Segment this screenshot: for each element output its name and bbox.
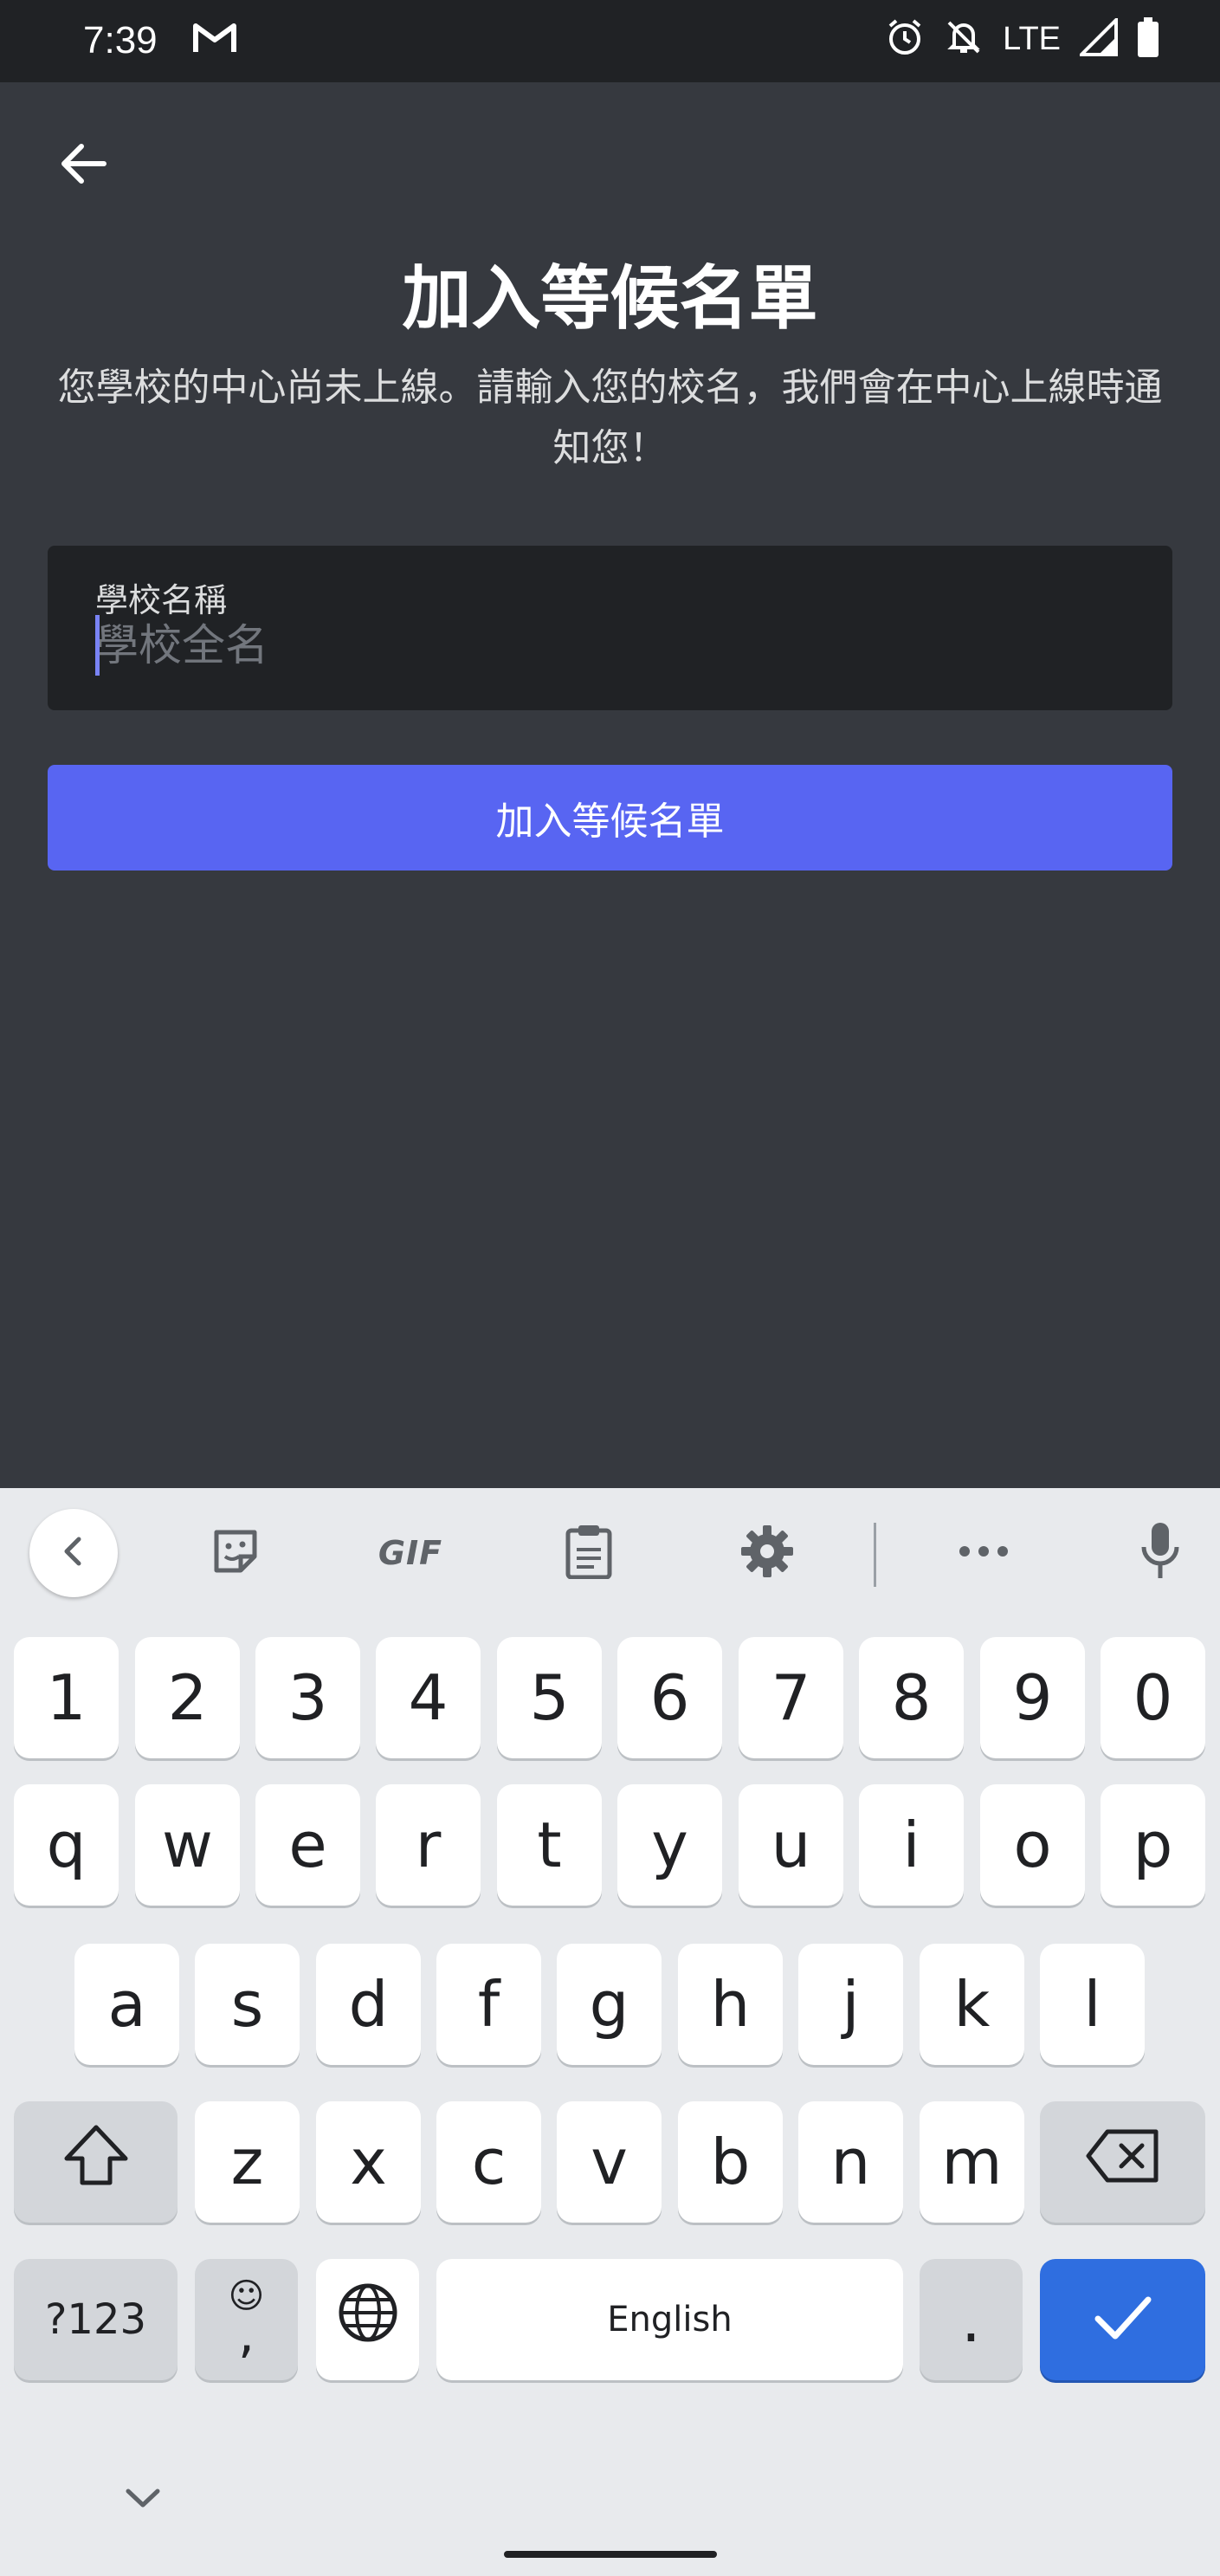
key-1[interactable]: 1 [14,1637,119,1758]
arrow-back-icon [57,138,109,193]
period-key[interactable]: . [920,2259,1023,2380]
key-k[interactable]: k [920,1944,1024,2065]
notifications-off-icon [944,17,984,61]
key-t[interactable]: t [497,1784,602,1906]
chevron-down-icon [121,2489,165,2514]
school-name-input[interactable] [95,615,1117,676]
clipboard-button[interactable] [545,1510,632,1596]
clipboard-icon [565,1524,613,1582]
comma-label: , [237,2304,255,2365]
key-w[interactable]: w [135,1784,240,1906]
toolbar-divider [874,1523,876,1587]
microphone-icon [1139,1521,1182,1585]
page-subtitle: 您學校的中心尚未上線。請輸入您的校名，我們會在中心上線時通知您！ [57,366,1163,470]
text-cursor [95,615,100,676]
alarm-icon [885,17,925,61]
keyboard-toolbar: GIF [0,1488,1220,1618]
key-q[interactable]: q [14,1784,119,1906]
key-c[interactable]: c [436,2101,541,2223]
shift-icon [61,2124,131,2201]
sticker-button[interactable] [192,1510,279,1596]
key-o[interactable]: o [980,1784,1085,1906]
gear-icon [739,1524,795,1582]
key-5[interactable]: 5 [497,1637,602,1758]
key-z[interactable]: z [195,2101,300,2223]
status-icons: LTE [885,16,1159,61]
keyboard-collapse-button[interactable] [29,1509,118,1597]
key-x[interactable]: x [316,2101,421,2223]
space-key[interactable]: English [436,2259,903,2380]
key-p[interactable]: p [1101,1784,1205,1906]
gif-label: GIF [378,1534,443,1572]
school-name-field[interactable]: 學校名稱 [48,546,1172,710]
key-v[interactable]: v [557,2101,662,2223]
key-r[interactable]: r [376,1784,481,1906]
key-8[interactable]: 8 [859,1637,964,1758]
key-3[interactable]: 3 [255,1637,360,1758]
key-n[interactable]: n [798,2101,903,2223]
join-waitlist-button[interactable]: 加入等候名單 [48,765,1172,871]
key-4[interactable]: 4 [376,1637,481,1758]
chevron-left-icon [56,1534,91,1572]
gmail-icon [192,21,237,59]
battery-icon [1137,17,1159,61]
waitlist-screen: 加入等候名單 您學校的中心尚未上線。請輸入您的校名，我們會在中心上線時通知您！ … [0,82,1220,1488]
more-button[interactable] [940,1510,1027,1596]
key-j[interactable]: j [798,1944,903,2065]
key-0[interactable]: 0 [1101,1637,1205,1758]
key-f[interactable]: f [436,1944,541,2065]
key-e[interactable]: e [255,1784,360,1906]
backspace-icon [1085,2126,1161,2198]
key-6[interactable]: 6 [617,1637,722,1758]
soft-keyboard: GIF 1 2 3 4 5 6 7 8 9 0 q w e r t y u i … [0,1488,1220,2576]
symbols-key[interactable]: ?123 [14,2259,178,2380]
key-h[interactable]: h [678,1944,783,2065]
sticker-icon [210,1525,261,1581]
key-9[interactable]: 9 [980,1637,1085,1758]
key-m[interactable]: m [920,2101,1024,2223]
done-key[interactable] [1040,2259,1205,2380]
key-l[interactable]: l [1040,1944,1145,2065]
key-d[interactable]: d [316,1944,421,2065]
status-bar: 7:39 LTE [0,0,1220,82]
network-type: LTE [1003,20,1061,57]
signal-icon [1077,16,1118,60]
school-name-label: 學校名稱 [95,581,228,619]
checkmark-icon [1093,2283,1153,2356]
key-b[interactable]: b [678,2101,783,2223]
home-indicator[interactable] [504,2551,717,2558]
gif-button[interactable]: GIF [367,1510,454,1596]
shift-key[interactable] [14,2101,178,2223]
globe-icon [338,2282,398,2358]
key-u[interactable]: u [739,1784,843,1906]
back-button[interactable] [52,134,114,197]
page-title: 加入等候名單 [402,258,818,339]
settings-button[interactable] [724,1510,810,1596]
key-y[interactable]: y [617,1784,722,1906]
key-s[interactable]: s [195,1944,300,2065]
backspace-key[interactable] [1040,2101,1205,2223]
voice-input-button[interactable] [1117,1510,1204,1596]
language-key[interactable] [316,2259,419,2380]
hide-keyboard-button[interactable] [121,2484,165,2514]
more-horizontal-icon [956,1543,1011,1563]
key-2[interactable]: 2 [135,1637,240,1758]
emoji-comma-key[interactable]: ☺ , [195,2259,298,2380]
key-a[interactable]: a [74,1944,179,2065]
key-i[interactable]: i [859,1784,964,1906]
key-g[interactable]: g [557,1944,662,2065]
status-time: 7:39 [83,19,158,61]
key-7[interactable]: 7 [739,1637,843,1758]
